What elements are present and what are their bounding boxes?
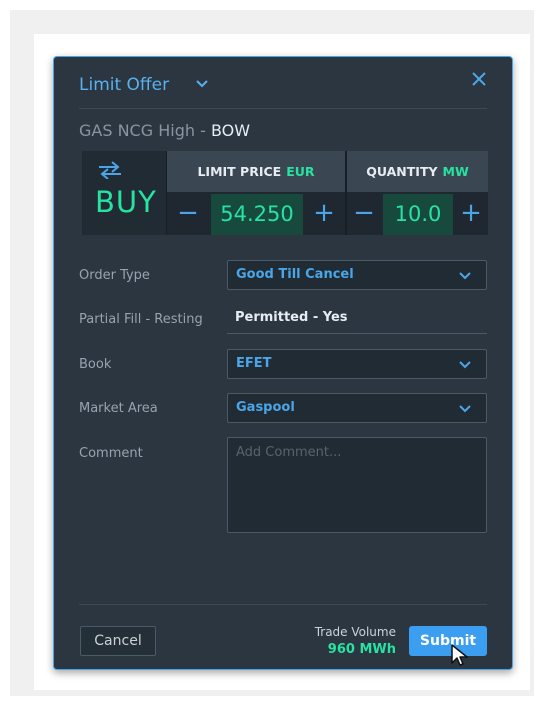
limit-offer-dialog: Limit Offer GAS NCG High - BOW BUY LIMIT… xyxy=(53,56,513,670)
limit-price-stepper: − 54.250 + xyxy=(167,194,345,235)
trade-volume-label: Trade Volume xyxy=(314,625,396,639)
quantity-stepper: − 10.0 + xyxy=(347,194,488,235)
quantity-cell: QUANTITY MW − 10.0 + xyxy=(347,151,488,235)
partial-fill-value: Permitted - Yes xyxy=(235,310,348,325)
order-type-label: Order Type xyxy=(79,268,150,283)
instrument-title: GAS NCG High - BOW xyxy=(79,121,250,140)
market-area-label: Market Area xyxy=(79,401,158,416)
instrument-code: BOW xyxy=(210,121,251,140)
market-area-value: Gaspool xyxy=(236,400,295,415)
side-selector[interactable]: BUY xyxy=(82,151,167,235)
order-type-value: Good Till Cancel xyxy=(236,267,354,282)
trade-volume-value: 960 MWh xyxy=(327,642,396,657)
cancel-button[interactable]: Cancel xyxy=(80,626,156,656)
price-increment-button[interactable]: + xyxy=(303,194,345,235)
limit-price-label: LIMIT PRICE xyxy=(197,164,282,179)
swap-arrows-icon[interactable] xyxy=(95,161,125,179)
chevron-down-icon xyxy=(459,361,471,369)
order-ticket: BUY LIMIT PRICE EUR − 54.250 + QUANTITY MW… xyxy=(82,151,488,235)
partial-fill-label: Partial Fill - Resting xyxy=(79,312,203,327)
comment-label: Comment xyxy=(79,446,143,461)
partial-fill-field: Permitted - Yes xyxy=(227,304,487,334)
quantity-label: QUANTITY xyxy=(366,164,438,179)
quantity-header: QUANTITY MW xyxy=(347,151,488,192)
chevron-down-icon xyxy=(459,405,471,413)
comment-input[interactable] xyxy=(227,437,487,533)
dialog-title[interactable]: Limit Offer xyxy=(79,75,169,95)
quantity-decrement-button[interactable]: − xyxy=(347,194,381,235)
footer-divider xyxy=(79,604,487,605)
close-icon[interactable] xyxy=(471,71,487,87)
order-type-select[interactable]: Good Till Cancel xyxy=(227,260,487,290)
side-label: BUY xyxy=(95,185,157,219)
limit-price-header: LIMIT PRICE EUR xyxy=(167,151,345,192)
limit-price-cell: LIMIT PRICE EUR − 54.250 + xyxy=(167,151,347,235)
quantity-increment-button[interactable]: + xyxy=(454,194,488,235)
title-divider xyxy=(79,108,487,109)
book-label: Book xyxy=(79,357,112,372)
instrument-name: GAS NCG High xyxy=(79,121,195,140)
market-area-select[interactable]: Gaspool xyxy=(227,393,487,423)
chevron-down-icon[interactable] xyxy=(195,77,209,91)
book-select[interactable]: EFET xyxy=(227,349,487,379)
price-decrement-button[interactable]: − xyxy=(167,194,209,235)
book-value: EFET xyxy=(236,356,272,371)
instrument-separator: - xyxy=(194,121,211,140)
chevron-down-icon xyxy=(459,272,471,280)
quantity-input[interactable]: 10.0 xyxy=(383,194,453,235)
submit-button[interactable]: Submit xyxy=(409,626,487,656)
limit-price-unit: EUR xyxy=(286,164,315,179)
quantity-unit: MW xyxy=(442,164,469,179)
limit-price-input[interactable]: 54.250 xyxy=(211,194,303,235)
